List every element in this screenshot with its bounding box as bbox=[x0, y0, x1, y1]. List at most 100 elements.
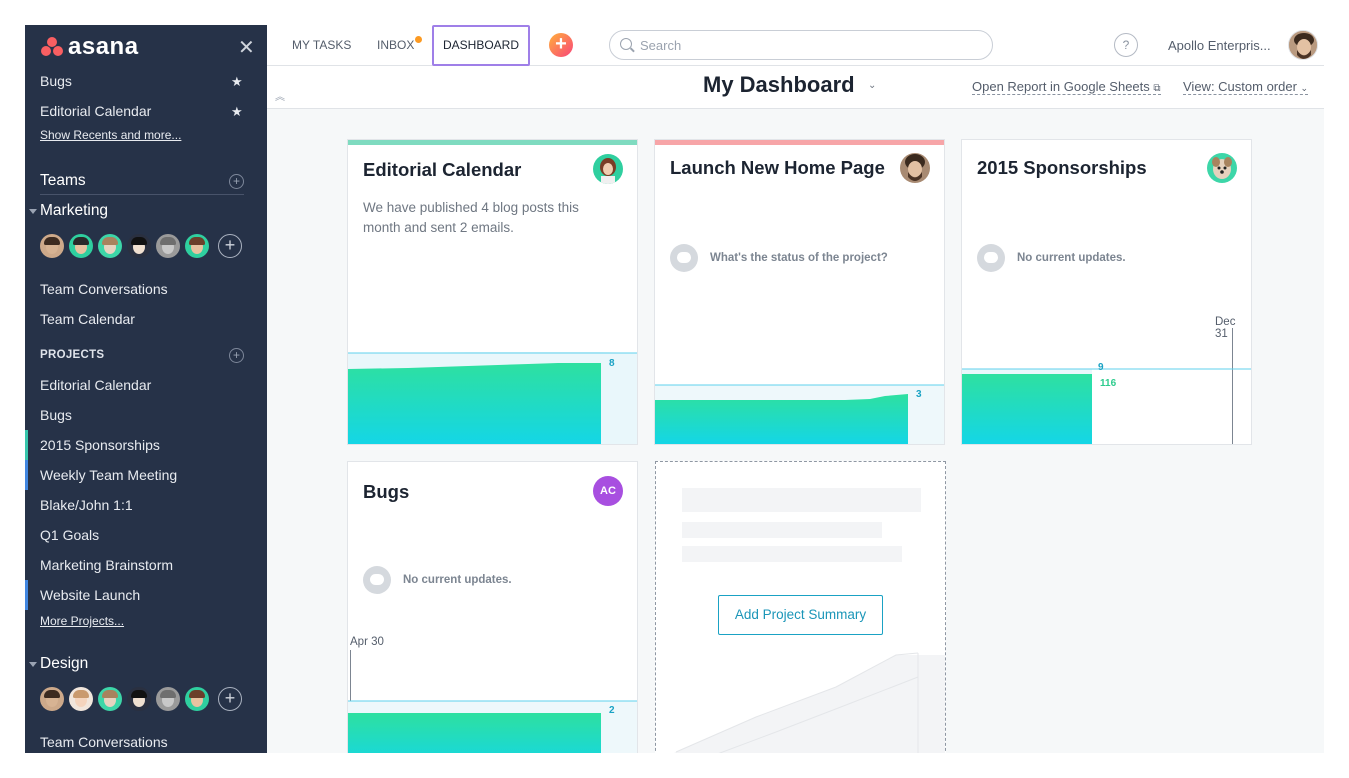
team-link-conversations[interactable]: Team Conversations bbox=[40, 281, 168, 297]
member-avatar[interactable] bbox=[40, 234, 64, 258]
collapse-up-icon[interactable]: ︽ bbox=[275, 88, 285, 103]
page-title[interactable]: My Dashboard bbox=[703, 72, 855, 98]
member-avatar[interactable] bbox=[127, 234, 151, 258]
member-avatar[interactable] bbox=[69, 234, 93, 258]
avatar-image bbox=[900, 153, 930, 183]
status-color-bar bbox=[348, 140, 637, 145]
sidebar-project-marketing-brainstorm[interactable]: Marketing Brainstorm bbox=[40, 557, 173, 573]
team-name-design[interactable]: Design bbox=[40, 655, 88, 673]
sidebar-project-2015-sponsorships[interactable]: 2015 Sponsorships bbox=[40, 437, 160, 453]
team-link-calendar[interactable]: Team Calendar bbox=[40, 311, 135, 327]
tab-my-tasks[interactable]: MY TASKS bbox=[292, 25, 351, 66]
placeholder-chart bbox=[674, 652, 945, 753]
add-team-icon[interactable]: + bbox=[229, 174, 244, 189]
due-date-label: Dec 31 bbox=[1215, 316, 1236, 340]
project-card-editorial-calendar[interactable]: Editorial Calendar We have published 4 b… bbox=[347, 139, 638, 445]
placeholder-bar bbox=[682, 546, 902, 562]
dashboard-header: ︽ My Dashboard ⌄ Open Report in Google S… bbox=[267, 66, 1324, 109]
add-member-button[interactable]: + bbox=[218, 687, 242, 711]
add-project-icon[interactable]: + bbox=[229, 348, 244, 363]
member-avatar[interactable] bbox=[40, 687, 64, 711]
search-input[interactable] bbox=[640, 36, 960, 54]
progress-chart: 8 bbox=[348, 352, 637, 444]
project-card-launch-new-home-page[interactable]: Launch New Home Page What's the status o… bbox=[654, 139, 945, 445]
status-update[interactable]: What's the status of the project? bbox=[670, 244, 888, 272]
status-text: No current updates. bbox=[403, 574, 512, 586]
asana-logo[interactable]: asana bbox=[40, 33, 139, 61]
favorite-item-bugs[interactable]: Bugs bbox=[40, 73, 72, 89]
card-owner-avatar[interactable] bbox=[1207, 153, 1237, 183]
card-owner-avatar[interactable] bbox=[900, 153, 930, 183]
card-title[interactable]: Launch New Home Page bbox=[670, 157, 885, 179]
member-avatar[interactable] bbox=[185, 234, 209, 258]
app-window: asana ✕ Bugs ★ Editorial Calendar ★ Show… bbox=[25, 25, 1324, 753]
member-avatar[interactable] bbox=[127, 687, 151, 711]
status-text: No current updates. bbox=[1017, 252, 1126, 264]
placeholder-bar bbox=[682, 488, 921, 512]
due-date-label: Apr 30 bbox=[350, 636, 384, 648]
more-projects-link[interactable]: More Projects... bbox=[40, 614, 124, 628]
chart-value-label: 8 bbox=[609, 358, 615, 369]
chevron-down-icon: ⌄ bbox=[1300, 83, 1309, 93]
open-report-link[interactable]: Open Report in Google Sheets ⧉ bbox=[972, 79, 1161, 95]
tab-dashboard[interactable]: DASHBOARD bbox=[432, 25, 531, 66]
help-button[interactable]: ? bbox=[1114, 33, 1138, 57]
member-avatar[interactable] bbox=[156, 234, 180, 258]
card-title[interactable]: Editorial Calendar bbox=[363, 159, 521, 181]
top-bar: MY TASKS INBOX DASHBOARD + ? Apollo Ente… bbox=[267, 25, 1324, 66]
divider bbox=[40, 194, 244, 195]
project-color-marker bbox=[25, 580, 28, 610]
tab-inbox[interactable]: INBOX bbox=[377, 25, 414, 66]
team-members-design: + bbox=[40, 687, 242, 711]
comment-bubble-icon bbox=[670, 244, 698, 272]
teams-header: Teams bbox=[40, 172, 86, 189]
chevron-down-icon[interactable]: ⌄ bbox=[868, 80, 876, 91]
user-avatar[interactable] bbox=[1288, 30, 1318, 60]
asana-logo-icon bbox=[40, 37, 64, 57]
progress-chart: 2 bbox=[348, 700, 637, 753]
user-avatar-image bbox=[1289, 31, 1317, 59]
project-card-2015-sponsorships[interactable]: 2015 Sponsorships No current updates. De… bbox=[961, 139, 1252, 445]
avatar-image bbox=[593, 154, 623, 184]
collapse-triangle-icon[interactable] bbox=[29, 209, 37, 214]
star-icon[interactable]: ★ bbox=[231, 104, 243, 120]
sidebar-project-website-launch[interactable]: Website Launch bbox=[40, 587, 140, 603]
add-project-summary-card[interactable]: Add Project Summary bbox=[655, 461, 946, 753]
status-update[interactable]: No current updates. bbox=[977, 244, 1126, 272]
card-owner-avatar[interactable]: AC bbox=[593, 476, 623, 506]
team-link-conversations[interactable]: Team Conversations bbox=[40, 734, 168, 750]
status-update[interactable]: No current updates. bbox=[363, 566, 512, 594]
sidebar-project-q1-goals[interactable]: Q1 Goals bbox=[40, 527, 99, 543]
search-bar[interactable] bbox=[609, 30, 993, 60]
card-title[interactable]: 2015 Sponsorships bbox=[977, 157, 1147, 179]
open-report-label: Open Report in Google Sheets bbox=[972, 79, 1150, 94]
card-owner-avatar[interactable] bbox=[593, 154, 623, 184]
project-card-bugs[interactable]: Bugs AC No current updates. Apr 30 2 bbox=[347, 461, 638, 753]
member-avatar[interactable] bbox=[69, 687, 93, 711]
add-project-summary-button[interactable]: Add Project Summary bbox=[718, 595, 883, 635]
sidebar-project-editorial-calendar[interactable]: Editorial Calendar bbox=[40, 377, 151, 393]
workspace-user-name[interactable]: Apollo Enterpris... bbox=[1168, 25, 1271, 66]
view-order-dropdown[interactable]: View: Custom order ⌄ bbox=[1183, 79, 1309, 95]
chart-secondary-label: 116 bbox=[1100, 378, 1117, 389]
team-name-marketing[interactable]: Marketing bbox=[40, 202, 108, 220]
add-member-button[interactable]: + bbox=[218, 234, 242, 258]
comment-bubble-icon bbox=[977, 244, 1005, 272]
chart-value-label: 2 bbox=[609, 705, 615, 716]
quick-add-button[interactable]: + bbox=[549, 33, 573, 57]
favorite-item-editorial-calendar[interactable]: Editorial Calendar bbox=[40, 103, 151, 119]
sidebar-project-bugs[interactable]: Bugs bbox=[40, 407, 72, 423]
member-avatar[interactable] bbox=[185, 687, 209, 711]
member-avatar[interactable] bbox=[98, 687, 122, 711]
member-avatar[interactable] bbox=[156, 687, 180, 711]
sidebar-project-blake-john[interactable]: Blake/John 1:1 bbox=[40, 497, 133, 513]
inbox-notification-dot bbox=[415, 36, 422, 43]
card-title[interactable]: Bugs bbox=[363, 481, 409, 503]
show-recents-link[interactable]: Show Recents and more... bbox=[40, 128, 181, 142]
collapse-triangle-icon[interactable] bbox=[29, 662, 37, 667]
star-icon[interactable]: ★ bbox=[231, 74, 243, 90]
close-sidebar-icon[interactable]: ✕ bbox=[238, 35, 255, 60]
sidebar-project-weekly-team-meeting[interactable]: Weekly Team Meeting bbox=[40, 467, 177, 483]
sidebar: asana ✕ Bugs ★ Editorial Calendar ★ Show… bbox=[25, 25, 267, 753]
member-avatar[interactable] bbox=[98, 234, 122, 258]
